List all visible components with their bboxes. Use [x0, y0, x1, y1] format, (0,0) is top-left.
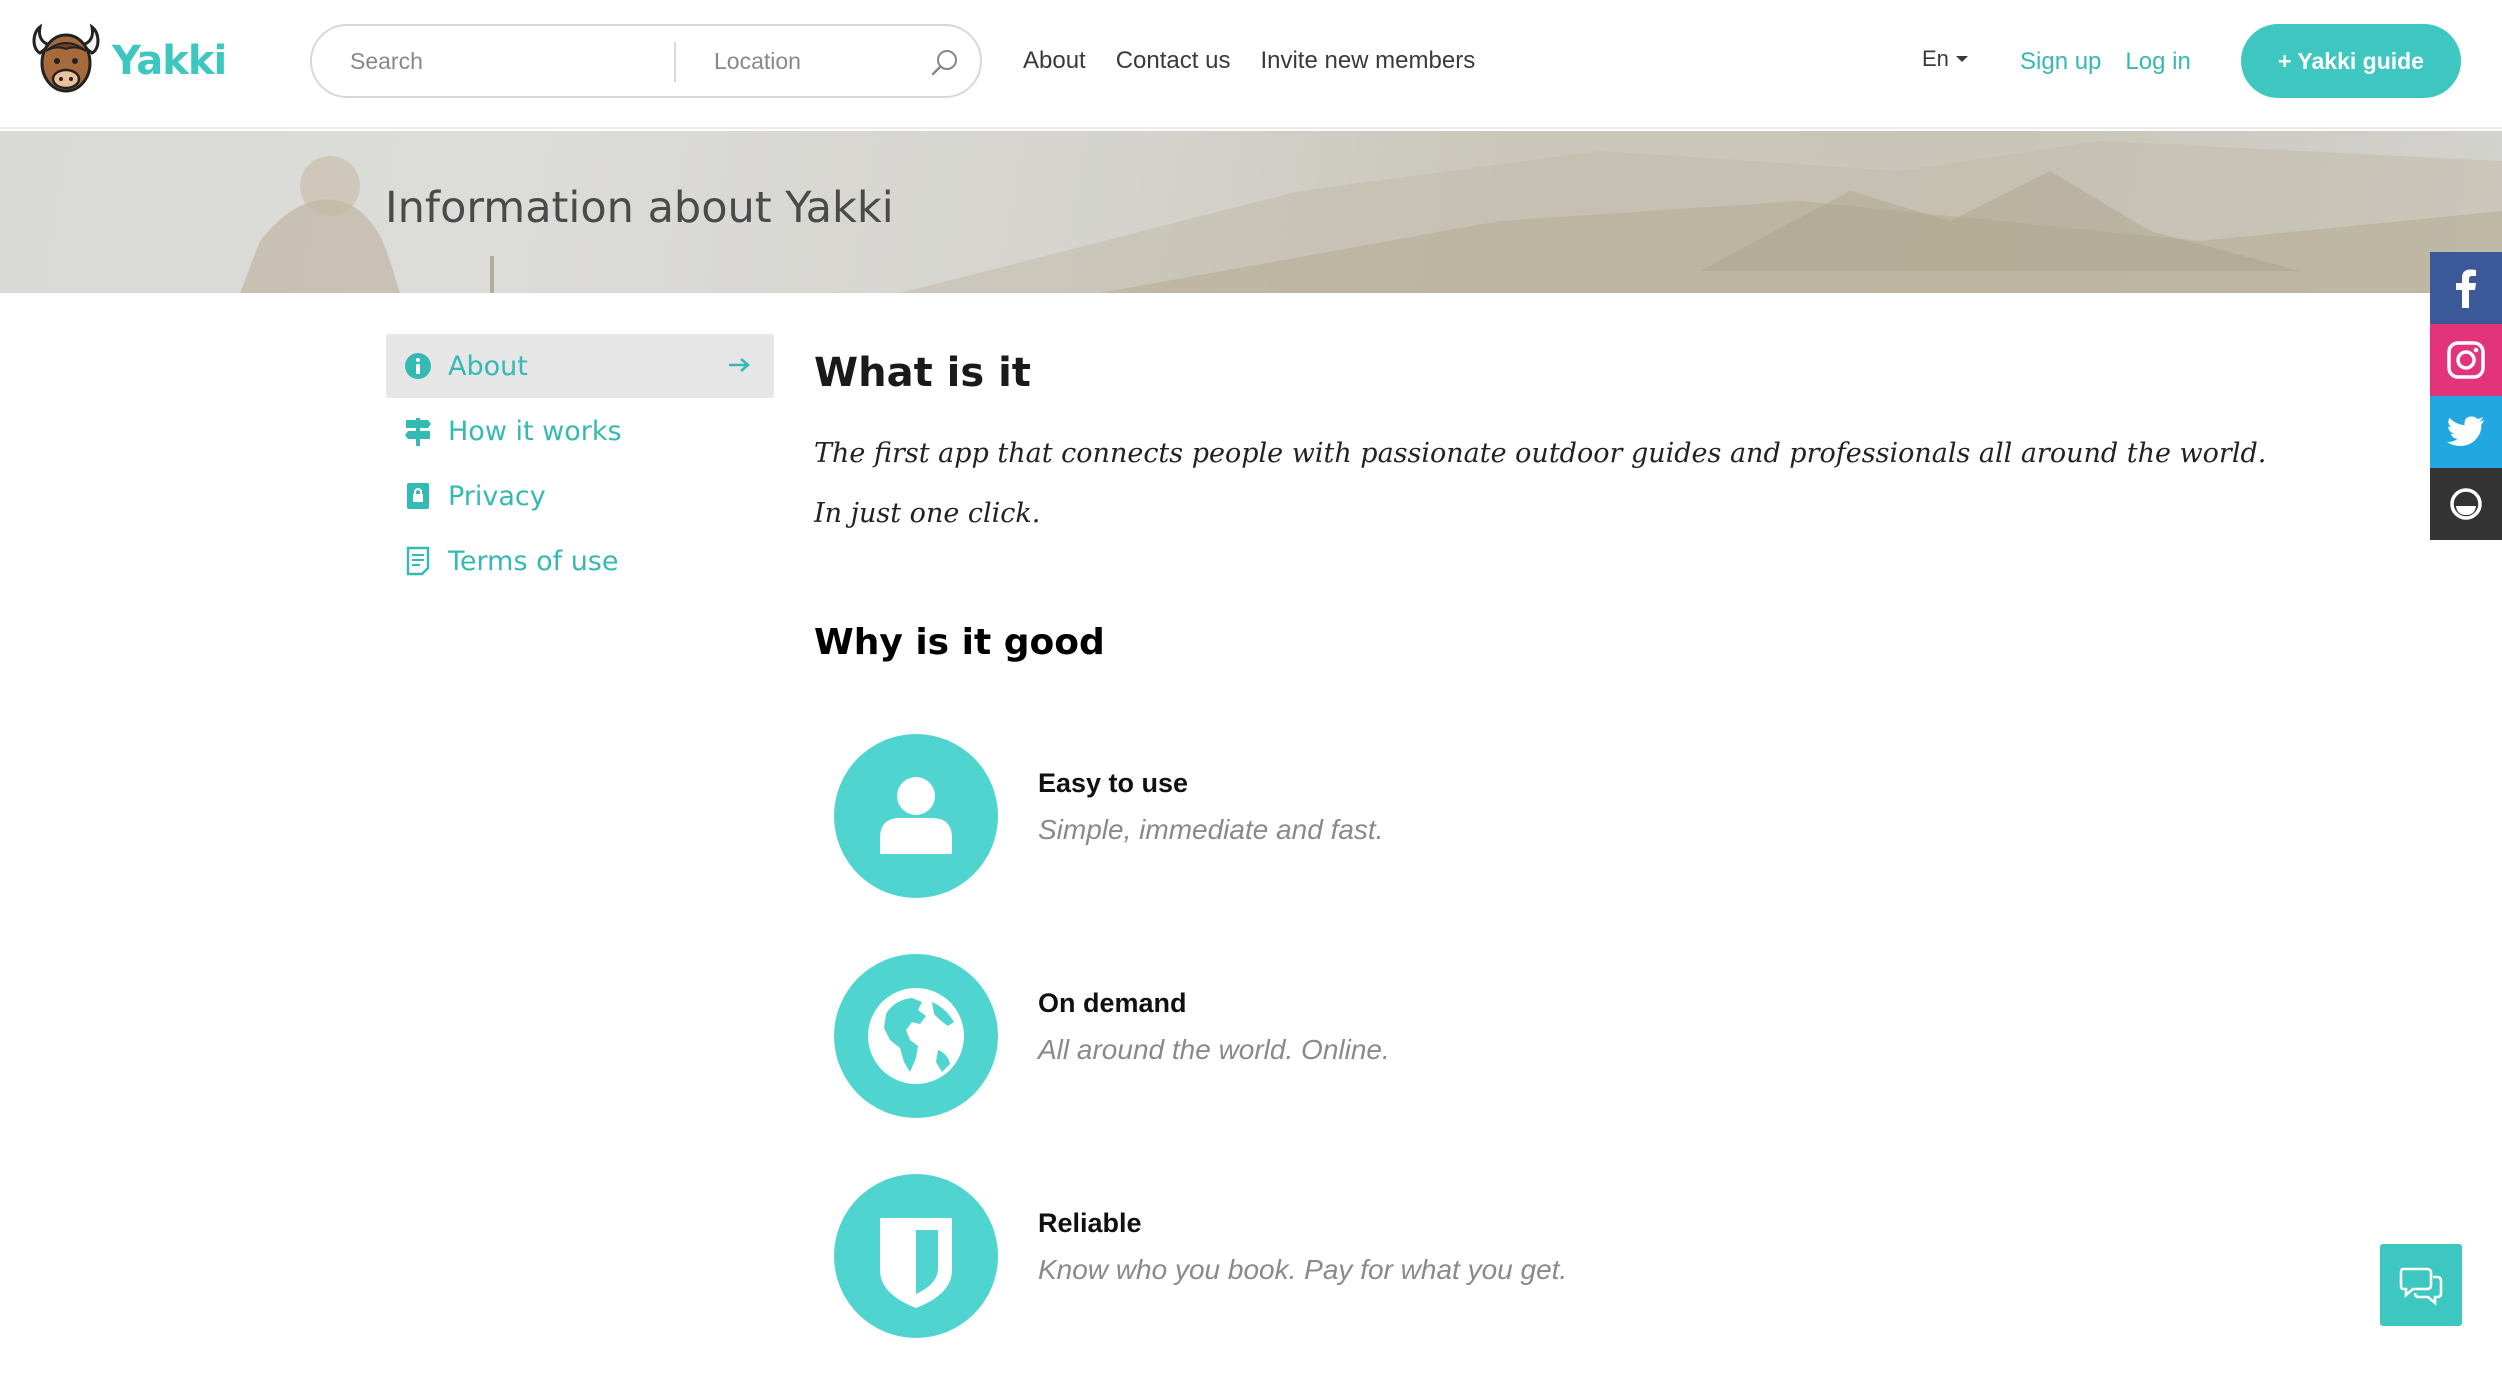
signpost-icon [405, 418, 431, 446]
feature-easy-to-use: Easy to use Simple, immediate and fast. [834, 734, 1734, 900]
info-icon [405, 353, 431, 379]
sidebar-item-label: How it works [448, 415, 622, 447]
main-nav: About Contact us Invite new members [1023, 0, 1475, 122]
chat-bubbles-icon [2399, 1267, 2443, 1306]
login-link[interactable]: Log in [2125, 48, 2190, 76]
brand-logo[interactable]: Yakki [30, 22, 227, 100]
sidebar-item-terms-of-use[interactable]: Terms of use [386, 529, 774, 593]
nav-contact-us[interactable]: Contact us [1116, 47, 1231, 75]
shield-icon [880, 1218, 952, 1308]
facebook-icon [2456, 269, 2476, 308]
nav-invite-members[interactable]: Invite new members [1260, 47, 1475, 75]
feature-icon-circle [834, 1174, 998, 1338]
facebook-button[interactable] [2430, 252, 2502, 324]
sidebar-item-label: Privacy [448, 480, 546, 512]
sidebar-item-label: About [448, 350, 528, 382]
page-title: Information about Yakki [385, 183, 894, 233]
language-selector[interactable]: En [1922, 46, 1969, 72]
social-share-bar [2430, 252, 2502, 540]
feature-title: Reliable [1038, 1208, 1142, 1238]
sidebar-item-how-it-works[interactable]: How it works [386, 399, 774, 463]
globe-icon [868, 988, 964, 1084]
chat-button[interactable] [2380, 1244, 2462, 1326]
search-divider [674, 42, 676, 82]
feature-icon-circle [834, 954, 998, 1118]
user-icon [880, 777, 952, 854]
auth-links: Sign up Log in [2020, 0, 2191, 124]
instagram-button[interactable] [2430, 324, 2502, 396]
lock-icon [407, 483, 429, 509]
yakki-guide-button[interactable]: + Yakki guide [2241, 24, 2461, 98]
document-icon [406, 546, 430, 576]
instagram-icon [2447, 341, 2485, 379]
signup-link[interactable]: Sign up [2020, 48, 2101, 76]
feature-reliable: Reliable Know who you book. Pay for what… [834, 1174, 1734, 1340]
caret-down-icon [1955, 56, 1968, 62]
twitter-icon [2447, 416, 2484, 446]
sidebar-item-label: Terms of use [448, 545, 619, 577]
what-is-it-heading: What is it [814, 350, 1031, 396]
yak-logo-icon [32, 23, 100, 93]
feature-description: Know who you book. Pay for what you get. [1038, 1254, 1568, 1285]
other-social-icon [2450, 488, 2482, 520]
mountain-background-image [240, 141, 2502, 293]
feature-description: Simple, immediate and fast. [1038, 814, 1384, 845]
intro-text-line1: The first app that connects people with … [814, 438, 2267, 469]
hero-banner: Information about Yakki [0, 131, 2502, 293]
top-header: Yakki About Contact us Invite new member… [0, 0, 2502, 129]
other-social-button[interactable] [2430, 468, 2502, 540]
location-input[interactable] [714, 26, 914, 96]
sidebar-item-about[interactable]: About [386, 334, 774, 398]
feature-title: On demand [1038, 988, 1187, 1018]
twitter-button[interactable] [2430, 396, 2502, 468]
brand-name: Yakki [112, 38, 227, 84]
info-sidebar: About How it works Privacy Terms of use [386, 334, 774, 594]
arrow-right-icon [729, 358, 750, 372]
intro-text-line2: In just one click. [814, 498, 1041, 529]
search-input[interactable] [350, 26, 670, 96]
feature-title: Easy to use [1038, 768, 1189, 798]
search-bar [310, 24, 982, 98]
feature-icon-circle [834, 734, 998, 898]
search-icon[interactable] [930, 48, 960, 78]
sidebar-item-privacy[interactable]: Privacy [386, 464, 774, 528]
nav-about[interactable]: About [1023, 47, 1086, 75]
feature-description: All around the world. Online. [1038, 1034, 1390, 1065]
feature-on-demand: On demand All around the world. Online. [834, 954, 1734, 1120]
why-is-it-good-heading: Why is it good [814, 622, 1105, 663]
language-label: En [1922, 46, 1949, 71]
